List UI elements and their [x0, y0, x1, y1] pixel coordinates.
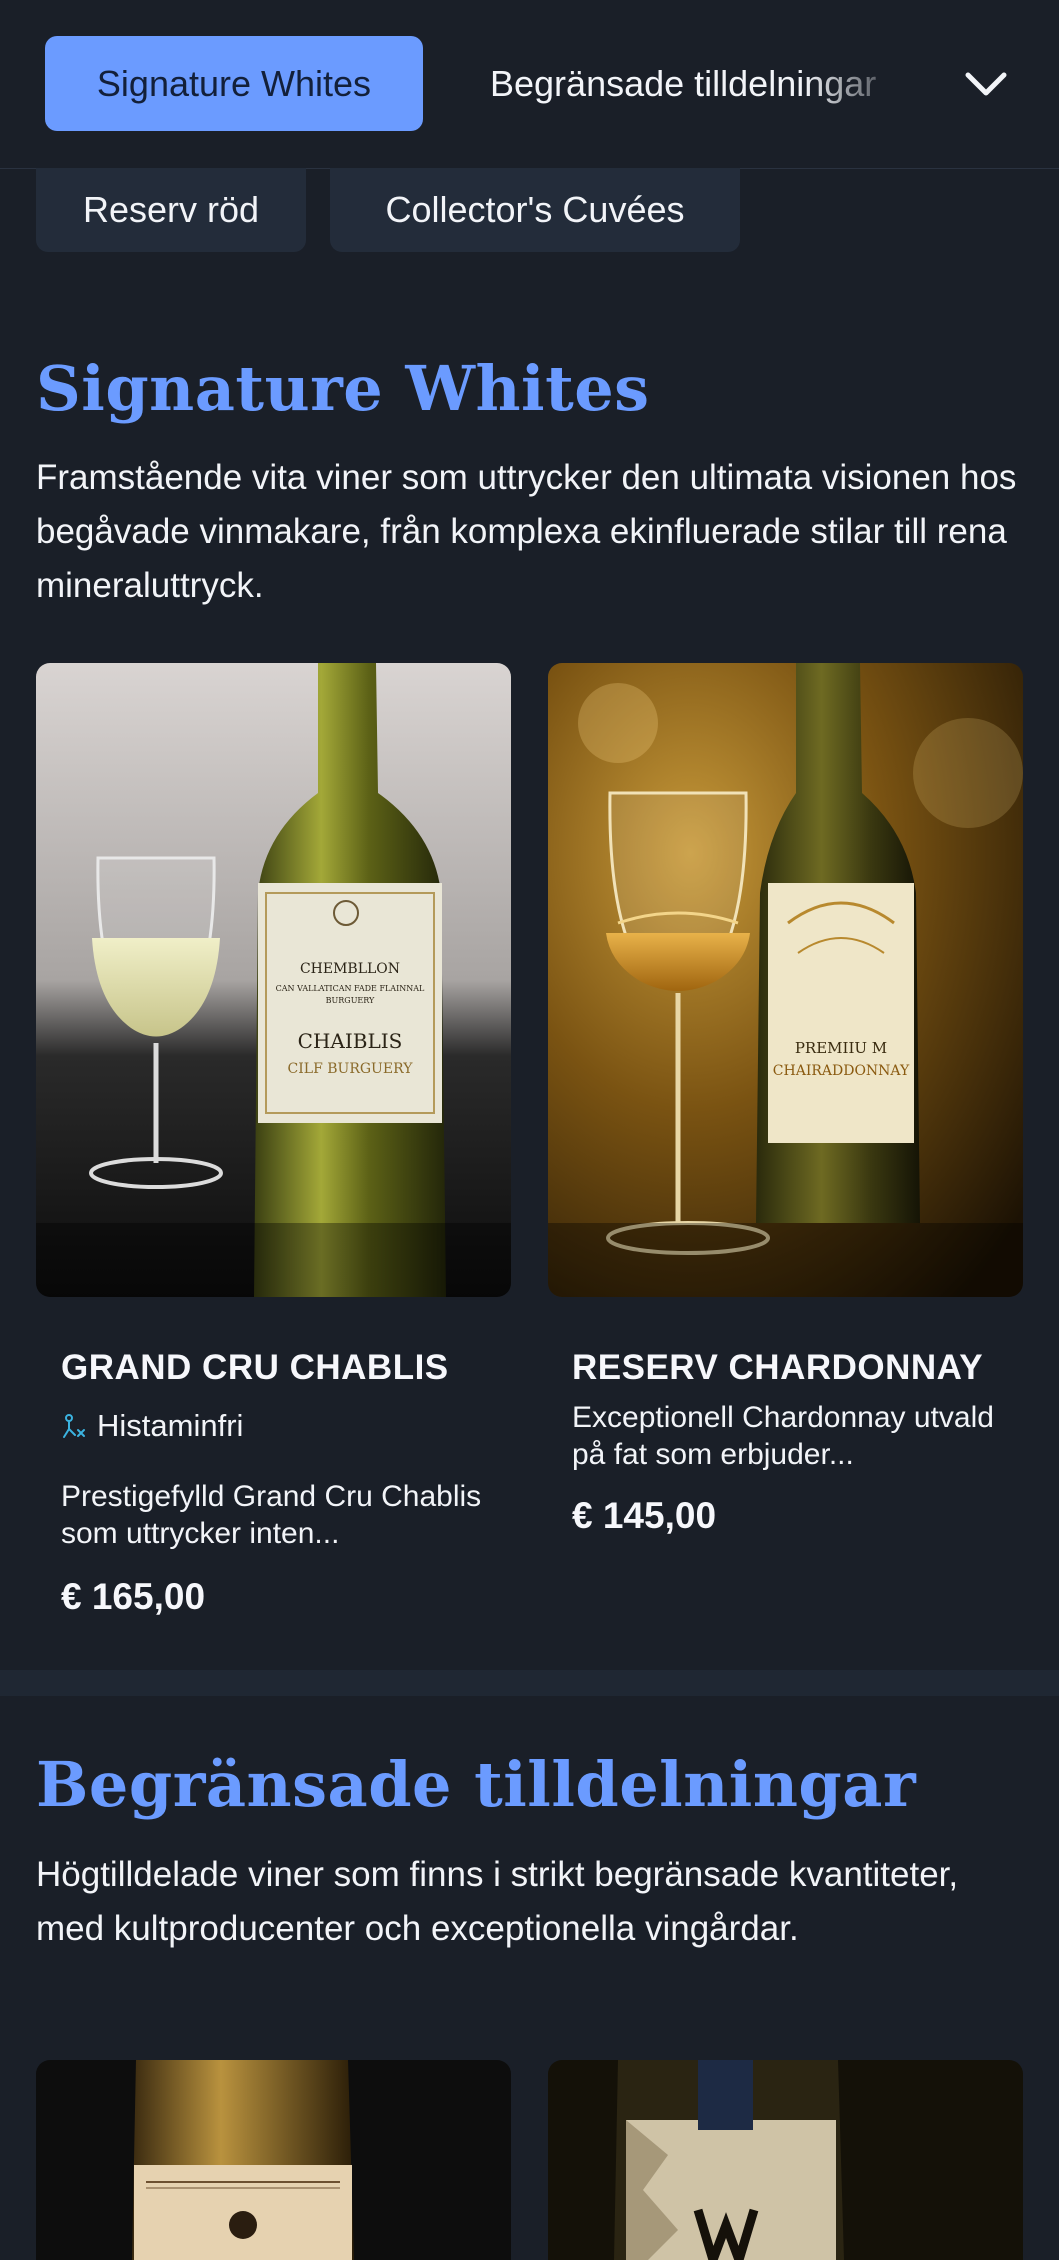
section-title: Signature Whites [36, 352, 650, 425]
section-description: Högtilldelade viner som finns i strikt b… [36, 1855, 959, 1948]
section-divider [0, 1670, 1059, 1696]
chip-reserv-rod[interactable]: Reserv röd [36, 168, 306, 252]
product-description: Prestigefylld Grand Cru Chablis som uttr… [61, 1480, 482, 1550]
product-description: Exceptionell Chardonnay utvald på fat so… [572, 1401, 994, 1471]
bottle-label-text: CHAIRADDONNAY [773, 1063, 910, 1079]
section-description: Framstående vita viner som uttrycker den… [36, 458, 1017, 605]
bottle-label-text: CILF BURGUERY [288, 1061, 414, 1077]
product-tag: Histaminfri [61, 1408, 243, 1444]
wine-bottle-glass-illustration: CHEMBLLON CAN VALLATICAN FADE FLAINNAL B… [36, 663, 511, 1297]
product-image-reserv-chardonnay[interactable]: PREMIIU M CHAIRADDONNAY [548, 663, 1023, 1297]
bottle-label-text: PREMIIU M [795, 1039, 887, 1057]
section-title: Begränsade tilldelningar [36, 1748, 917, 1821]
tab-signature-whites[interactable]: Signature Whites [45, 36, 423, 131]
bottle-label-text: CHAIBLIS [298, 1029, 403, 1053]
histamine-free-icon [63, 1414, 85, 1438]
product-price: € 165,00 [61, 1576, 206, 1617]
wine-bottle-glass-illustration: PREMIIU M CHAIRADDONNAY [548, 663, 1023, 1297]
bottle-label-text: BURGUERY [326, 996, 375, 1005]
tag-label: Histaminfri [97, 1408, 244, 1443]
tab-begransade-tilldelningar[interactable]: Begränsade tilldelningar [490, 36, 910, 131]
wine-bottle-illustration [548, 2060, 1023, 2260]
bottle-label-text: CAN VALLATICAN FADE FLAINNAL [276, 984, 425, 993]
product-name[interactable]: GRAND CRU CHABLIS [61, 1348, 449, 1388]
product-image[interactable] [36, 2060, 511, 2260]
chip-collectors-cuvees[interactable]: Collector's Cuvées [330, 168, 740, 252]
category-chips: Reserv röd Collector's Cuvées [0, 168, 1059, 258]
category-nav: Signature Whites Begränsade tilldelninga… [0, 0, 1059, 169]
product-price: € 145,00 [572, 1495, 717, 1536]
product-image-grand-cru-chablis[interactable]: CHEMBLLON CAN VALLATICAN FADE FLAINNAL B… [36, 663, 511, 1297]
chevron-down-icon[interactable] [958, 56, 1014, 112]
product-image[interactable] [548, 2060, 1023, 2260]
bottle-label-text: CHEMBLLON [300, 961, 400, 977]
product-name[interactable]: RESERV CHARDONNAY [572, 1348, 983, 1388]
wine-bottle-illustration [36, 2060, 511, 2260]
